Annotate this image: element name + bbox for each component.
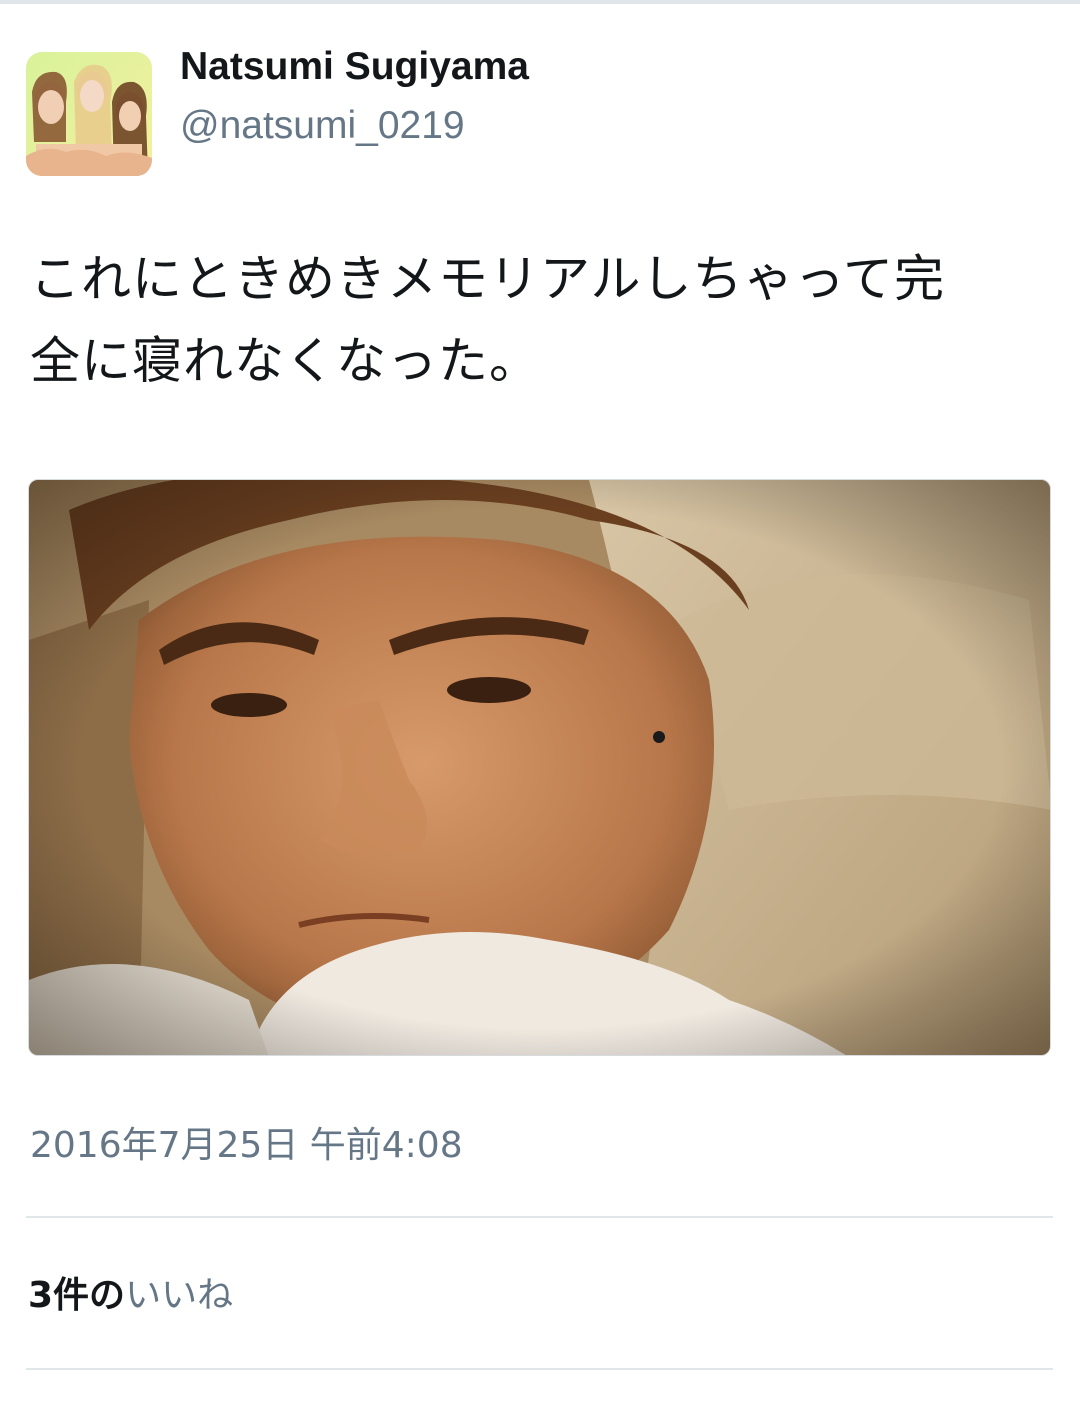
avatar-image — [26, 52, 152, 176]
section-divider — [26, 1216, 1053, 1218]
likes-count: 3件の — [28, 1275, 126, 1316]
likes-label: いいね — [125, 1275, 234, 1316]
tweet-detail: Natsumi Sugiyama @natsumi_0219 これにときめきメモ… — [0, 0, 1080, 1417]
tweet-timestamp[interactable]: 2016年7月25日 午前4:08 — [30, 1116, 463, 1168]
tweet-text-line: これにときめきメモリアルしちゃって完 — [30, 250, 945, 308]
likes-stat[interactable]: 3件のいいね — [28, 1266, 233, 1318]
tweet-text-line: 全に寝れなくなった。 — [30, 332, 540, 390]
avatar[interactable] — [26, 52, 152, 176]
tweet-text: これにときめきメモリアルしちゃって完 全に寝れなくなった。 — [30, 238, 1060, 402]
display-name[interactable]: Natsumi Sugiyama — [180, 45, 529, 89]
user-handle[interactable]: @natsumi_0219 — [180, 104, 465, 148]
tweet-photo[interactable] — [28, 479, 1051, 1056]
photo-image — [29, 480, 1050, 1055]
section-divider — [26, 1368, 1053, 1370]
